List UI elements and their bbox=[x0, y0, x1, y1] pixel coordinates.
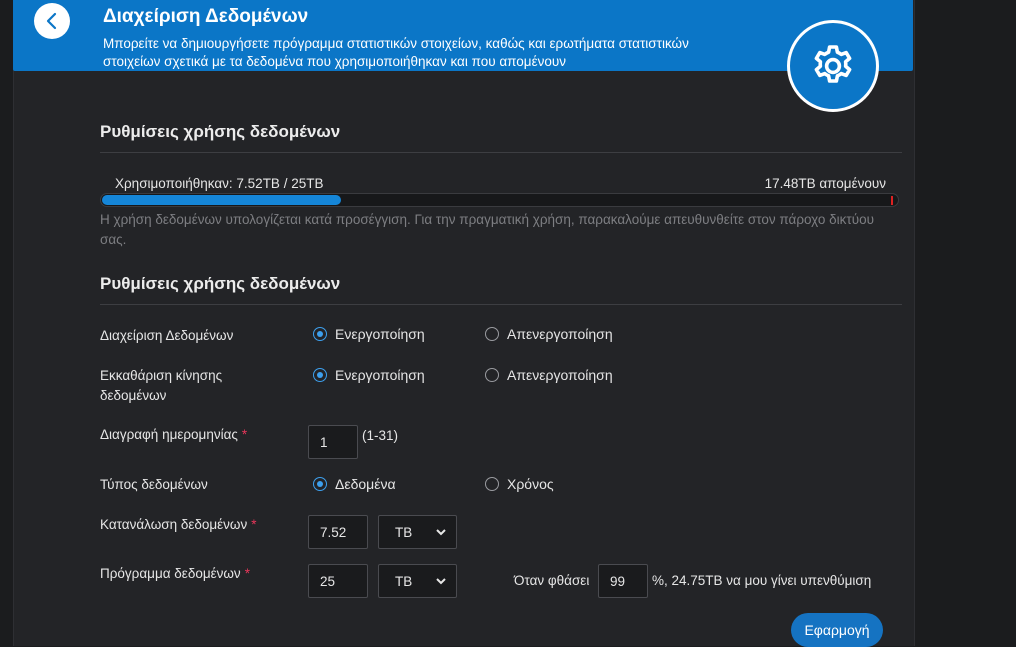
gear-icon bbox=[814, 45, 852, 83]
usage-progress-bar bbox=[100, 193, 899, 207]
radio-selected-icon bbox=[313, 327, 327, 341]
reminder-percent-input[interactable] bbox=[598, 564, 648, 598]
divider bbox=[100, 152, 902, 153]
radio-unselected-icon bbox=[485, 477, 499, 491]
settings-badge bbox=[787, 20, 879, 112]
plan-label: Πρόγραμμα δεδομένων * bbox=[100, 566, 250, 581]
settings-section-title: Ρυθμίσεις χρήσης δεδομένων bbox=[100, 274, 341, 293]
usage-section-title: Ρυθμίσεις χρήσης δεδομένων bbox=[100, 122, 341, 141]
data-type-data-radio[interactable]: Δεδομένα bbox=[313, 476, 396, 492]
data-type-time-radio[interactable]: Χρόνος bbox=[485, 476, 554, 492]
remaining-label: 17.48TB απομένουν bbox=[764, 176, 886, 191]
back-button[interactable] bbox=[34, 3, 70, 39]
reset-date-label: Διαγραφή ημερομηνίας * bbox=[100, 427, 248, 442]
used-label: Χρησιμοποιήθηκαν: 7.52TB / 25TB bbox=[115, 176, 324, 191]
chevron-down-icon bbox=[436, 577, 446, 584]
clear-traffic-label: Εκκαθάριση κίνησης δεδομένων bbox=[100, 368, 223, 403]
page-description: Μπορείτε να δημιουργήσετε πρόγραμμα στατ… bbox=[103, 36, 689, 69]
main-panel bbox=[13, 0, 915, 646]
reminder-suffix: %, 24.75TB να μου γίνει υπενθύμιση bbox=[652, 573, 872, 588]
plan-input[interactable] bbox=[308, 564, 368, 598]
usage-note: Η χρήση δεδομένων υπολογίζεται κατά προσ… bbox=[100, 212, 875, 247]
apply-button[interactable]: Εφαρμογή bbox=[791, 613, 883, 647]
radio-selected-icon bbox=[313, 477, 327, 491]
plan-unit-select[interactable]: TB bbox=[378, 564, 457, 598]
consumption-input[interactable] bbox=[308, 515, 368, 549]
usage-progress-fill bbox=[102, 195, 341, 205]
radio-unselected-icon bbox=[485, 368, 499, 382]
chevron-left-icon bbox=[46, 12, 57, 30]
reset-date-range-hint: (1-31) bbox=[362, 428, 399, 443]
radio-selected-icon bbox=[313, 368, 327, 382]
clear-traffic-disable-radio[interactable]: Απενεργοποίηση bbox=[485, 367, 613, 383]
data-type-label: Τύπος δεδομένων bbox=[100, 477, 208, 492]
data-management-disable-radio[interactable]: Απενεργοποίηση bbox=[485, 326, 613, 342]
radio-unselected-icon bbox=[485, 327, 499, 341]
reminder-prefix: Όταν φθάσει bbox=[514, 573, 590, 588]
data-management-enable-radio[interactable]: Ενεργοποίηση bbox=[313, 326, 425, 342]
consumption-unit-select[interactable]: TB bbox=[378, 515, 457, 549]
clear-traffic-enable-radio[interactable]: Ενεργοποίηση bbox=[313, 367, 425, 383]
chevron-down-icon bbox=[436, 528, 446, 535]
required-mark: * bbox=[241, 427, 248, 442]
data-management-label: Διαχείριση Δεδομένων bbox=[100, 328, 234, 343]
required-mark: * bbox=[251, 517, 257, 532]
reset-date-input[interactable] bbox=[308, 425, 358, 459]
usage-limit-marker bbox=[891, 196, 893, 205]
required-mark: * bbox=[244, 566, 250, 581]
page-title: Διαχείριση Δεδομένων bbox=[103, 6, 309, 27]
consumption-label: Κατανάλωση δεδομένων * bbox=[100, 517, 257, 532]
divider bbox=[100, 304, 902, 305]
